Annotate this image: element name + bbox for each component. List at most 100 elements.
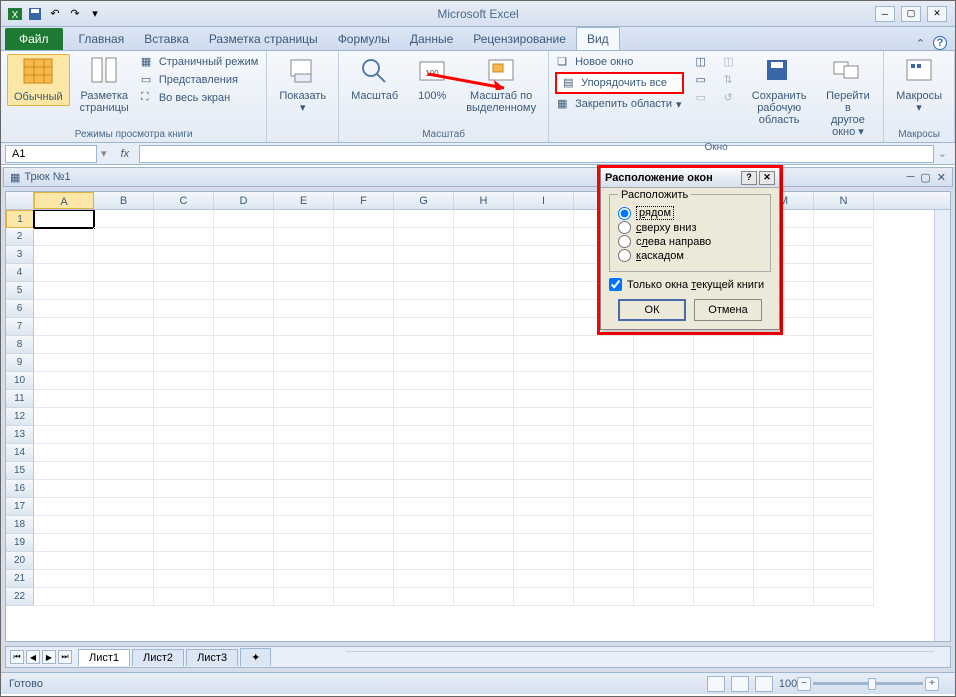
cell[interactable]	[214, 498, 274, 516]
save-workspace-button[interactable]: Сохранить рабочую область	[744, 54, 815, 128]
cell[interactable]	[394, 408, 454, 426]
cell[interactable]	[94, 300, 154, 318]
cell[interactable]	[334, 570, 394, 588]
cell[interactable]	[514, 318, 574, 336]
row-header[interactable]: 9	[6, 354, 34, 372]
cell[interactable]	[394, 480, 454, 498]
cell[interactable]	[814, 498, 874, 516]
page-break-preview-button[interactable]: ▦Страничный режим	[139, 54, 261, 70]
cell[interactable]	[814, 318, 874, 336]
tab-nav-prev[interactable]: ◀	[26, 650, 40, 664]
cell[interactable]	[274, 390, 334, 408]
wb-minimize-button[interactable]: ─	[907, 171, 915, 184]
dialog-close-button[interactable]: ✕	[759, 171, 775, 185]
cell[interactable]	[514, 336, 574, 354]
cell[interactable]	[694, 498, 754, 516]
tab-home[interactable]: Главная	[69, 28, 135, 50]
cell[interactable]	[214, 228, 274, 246]
cell[interactable]	[514, 426, 574, 444]
show-button[interactable]: Показать▾	[273, 54, 332, 116]
current-book-checkbox[interactable]	[609, 278, 622, 291]
cell[interactable]	[574, 462, 634, 480]
cell[interactable]	[154, 516, 214, 534]
cell[interactable]	[454, 372, 514, 390]
cell[interactable]	[34, 534, 94, 552]
arrange-all-button[interactable]: ▤Упорядочить все	[555, 72, 683, 94]
cell[interactable]	[334, 552, 394, 570]
cell[interactable]	[34, 282, 94, 300]
cell[interactable]	[154, 210, 214, 228]
cell[interactable]	[394, 516, 454, 534]
cell[interactable]	[214, 426, 274, 444]
cell[interactable]	[514, 408, 574, 426]
arrange-radio[interactable]	[618, 249, 631, 262]
cell[interactable]	[514, 444, 574, 462]
tab-page-layout[interactable]: Разметка страницы	[199, 28, 328, 50]
column-header[interactable]: E	[274, 192, 334, 209]
tab-nav-last[interactable]: ⏭	[58, 650, 72, 664]
cell[interactable]	[754, 462, 814, 480]
arrange-option[interactable]: слева направо	[618, 235, 762, 248]
cell[interactable]	[694, 408, 754, 426]
cell[interactable]	[94, 552, 154, 570]
cell[interactable]	[754, 480, 814, 498]
cell[interactable]	[334, 336, 394, 354]
cell[interactable]	[154, 408, 214, 426]
cell[interactable]	[514, 498, 574, 516]
row-header[interactable]: 13	[6, 426, 34, 444]
cell[interactable]	[814, 390, 874, 408]
cell[interactable]	[334, 354, 394, 372]
cell[interactable]	[34, 372, 94, 390]
cell[interactable]	[34, 228, 94, 246]
cell[interactable]	[94, 588, 154, 606]
cell[interactable]	[34, 480, 94, 498]
cell[interactable]	[814, 462, 874, 480]
cell[interactable]	[574, 390, 634, 408]
cell[interactable]	[214, 264, 274, 282]
cell[interactable]	[394, 336, 454, 354]
cell[interactable]	[274, 282, 334, 300]
zoom-button[interactable]: Масштаб	[345, 54, 404, 104]
maximize-button[interactable]: ▢	[901, 6, 921, 22]
cell[interactable]	[634, 390, 694, 408]
cell[interactable]	[454, 570, 514, 588]
sync-scroll-button[interactable]: ⇅	[722, 72, 740, 88]
cell[interactable]	[274, 228, 334, 246]
column-header[interactable]: N	[814, 192, 874, 209]
cell[interactable]	[274, 336, 334, 354]
cell[interactable]	[394, 300, 454, 318]
cell[interactable]	[334, 282, 394, 300]
cell[interactable]	[94, 210, 154, 228]
cell[interactable]	[454, 246, 514, 264]
cell[interactable]	[34, 210, 94, 228]
cell[interactable]	[454, 408, 514, 426]
cell[interactable]	[634, 534, 694, 552]
cell[interactable]	[574, 372, 634, 390]
row-header[interactable]: 15	[6, 462, 34, 480]
page-layout-button[interactable]: Разметка страницы	[74, 54, 135, 116]
cell[interactable]	[634, 498, 694, 516]
row-header[interactable]: 21	[6, 570, 34, 588]
minimize-ribbon-icon[interactable]: ⌃	[916, 37, 925, 50]
cell[interactable]	[94, 480, 154, 498]
cell[interactable]	[394, 246, 454, 264]
close-button[interactable]: ✕	[927, 6, 947, 22]
cell[interactable]	[514, 516, 574, 534]
cell[interactable]	[94, 336, 154, 354]
cell[interactable]	[34, 354, 94, 372]
cell[interactable]	[814, 264, 874, 282]
cell[interactable]	[34, 336, 94, 354]
cell[interactable]	[694, 534, 754, 552]
new-sheet-button[interactable]: ✦	[240, 648, 271, 666]
cell[interactable]	[574, 498, 634, 516]
macros-button[interactable]: Макросы▾	[890, 54, 948, 116]
cell[interactable]	[334, 210, 394, 228]
cell[interactable]	[274, 552, 334, 570]
view-side-by-side-button[interactable]: ◫	[722, 54, 740, 70]
cell[interactable]	[454, 390, 514, 408]
cell[interactable]	[814, 480, 874, 498]
cell[interactable]	[394, 462, 454, 480]
arrange-radio[interactable]	[618, 235, 631, 248]
cell[interactable]	[814, 426, 874, 444]
cell[interactable]	[694, 390, 754, 408]
